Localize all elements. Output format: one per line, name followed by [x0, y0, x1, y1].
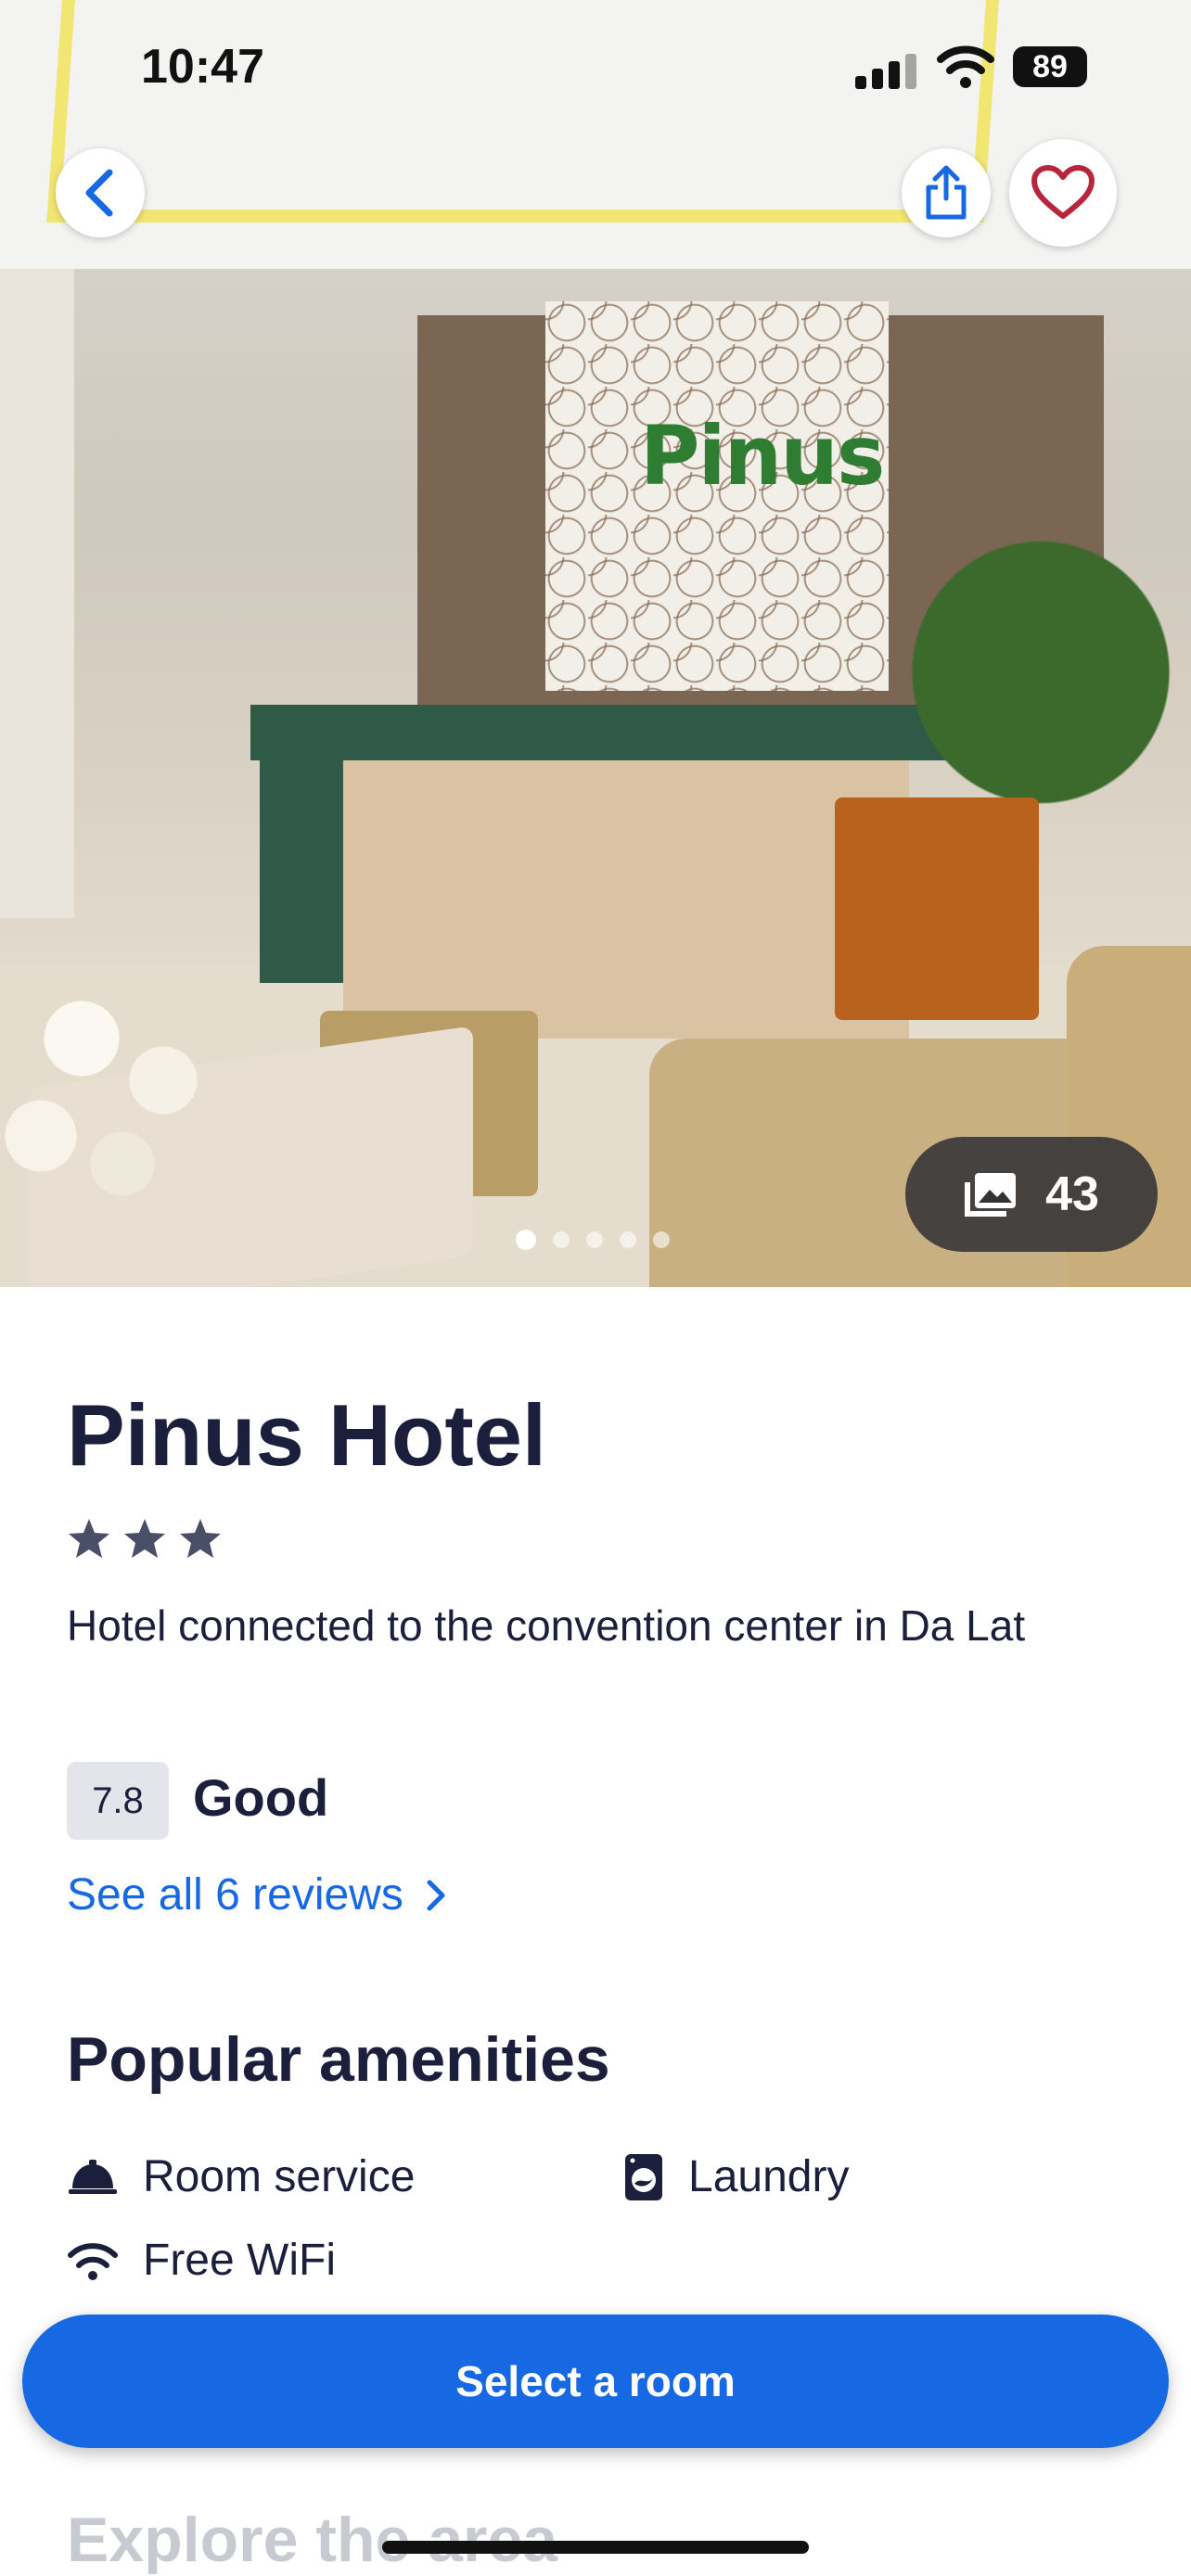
- amenity-label: Room service: [143, 2152, 416, 2201]
- select-room-button[interactable]: Select a room: [22, 2315, 1169, 2448]
- battery-indicator: 89: [1013, 46, 1087, 87]
- photo-ceiling-light: [46, 0, 1002, 223]
- amenity-room-service: Room service: [67, 2151, 415, 2202]
- gallery-pagination-dots: [516, 1230, 670, 1250]
- back-button[interactable]: [56, 148, 145, 237]
- hotel-tagline: Hotel connected to the convention center…: [67, 1601, 1026, 1650]
- hotel-name: Pinus Hotel: [67, 1386, 547, 1484]
- cellular-signal-icon: [855, 52, 922, 89]
- photo-count-value: 43: [1045, 1167, 1099, 1221]
- see-all-reviews-link[interactable]: See all 6 reviews: [67, 1869, 446, 1920]
- share-icon: [926, 165, 967, 220]
- pagination-dot: [553, 1231, 570, 1248]
- wifi-icon: [68, 2242, 118, 2280]
- star-icon: [124, 1519, 165, 1558]
- heart-icon: [1031, 165, 1095, 219]
- rating-score-badge: 7.8: [67, 1762, 169, 1840]
- rating-label: Good: [193, 1768, 329, 1827]
- wifi-status-icon: [937, 45, 994, 88]
- photos-icon: [965, 1173, 1017, 1217]
- photo-plant: [890, 519, 1191, 825]
- star-icon: [69, 1519, 109, 1558]
- pagination-dot: [620, 1231, 636, 1248]
- laundry-icon: [625, 2153, 662, 2200]
- room-service-bell-icon: [69, 2159, 117, 2194]
- explore-area-section-title: Explore the area: [67, 2505, 558, 2575]
- photo-flowers: [0, 927, 204, 1205]
- star-rating: [67, 1517, 223, 1560]
- share-button[interactable]: [902, 148, 991, 237]
- photo-reception-desk: [250, 705, 974, 760]
- favorite-button[interactable]: [1009, 139, 1117, 247]
- status-time: 10:47: [141, 40, 264, 94]
- chevron-left-icon: [85, 169, 113, 217]
- amenity-laundry: Laundry: [623, 2151, 849, 2202]
- star-icon: [180, 1519, 221, 1558]
- photo-wall: [0, 269, 74, 918]
- amenity-free-wifi: Free WiFi: [67, 2235, 336, 2286]
- chevron-right-icon: [427, 1880, 445, 1910]
- amenity-label: Free WiFi: [143, 2236, 336, 2285]
- home-indicator[interactable]: [382, 2541, 809, 2554]
- photo-desk-side: [260, 760, 343, 983]
- pagination-dot: [586, 1231, 603, 1248]
- photo-hotel-logo: Pinus: [640, 408, 885, 504]
- photo-desk-front: [343, 760, 909, 1039]
- amenities-section-title: Popular amenities: [67, 2024, 610, 2095]
- reviews-link-label: See all 6 reviews: [67, 1870, 403, 1919]
- photo-shrine: [835, 797, 1039, 1020]
- amenity-label: Laundry: [688, 2152, 850, 2201]
- pagination-dot: [516, 1230, 536, 1250]
- photo-count-button[interactable]: 43: [905, 1137, 1158, 1252]
- pagination-dot: [653, 1231, 670, 1248]
